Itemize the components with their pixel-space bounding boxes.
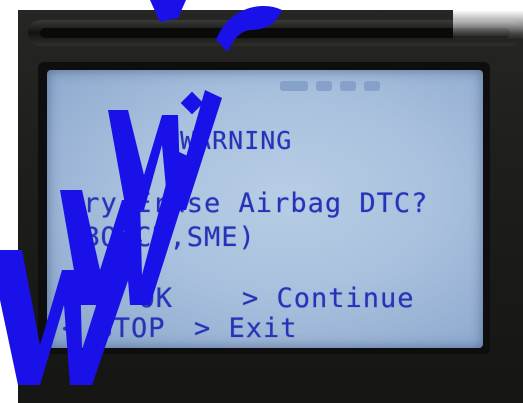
status-dot-icon bbox=[316, 81, 332, 91]
image-border-corner bbox=[453, 0, 523, 40]
signal-indicator-icon bbox=[280, 81, 308, 91]
status-dot-icon bbox=[364, 81, 380, 91]
warning-title: WARNING bbox=[180, 126, 293, 155]
status-indicators bbox=[280, 78, 380, 94]
ok-button[interactable]: < OK bbox=[104, 283, 173, 314]
question-subtext: (BOSCH,SME) bbox=[66, 222, 256, 253]
bezel-groove-slot bbox=[40, 28, 510, 38]
status-dot-icon bbox=[340, 81, 356, 91]
stop-button[interactable]: < STOP bbox=[62, 313, 166, 344]
continue-button[interactable]: > Continue bbox=[242, 283, 415, 314]
exit-button[interactable]: > Exit bbox=[194, 313, 298, 344]
question-text: Try Erase Airbag DTC? bbox=[66, 188, 429, 219]
device-lower-body bbox=[0, 370, 523, 403]
image-border-top bbox=[0, 0, 523, 10]
image-border-left bbox=[0, 0, 18, 403]
scanner-device: WARNING Try Erase Airbag DTC? (BOSCH,SME… bbox=[0, 0, 523, 403]
